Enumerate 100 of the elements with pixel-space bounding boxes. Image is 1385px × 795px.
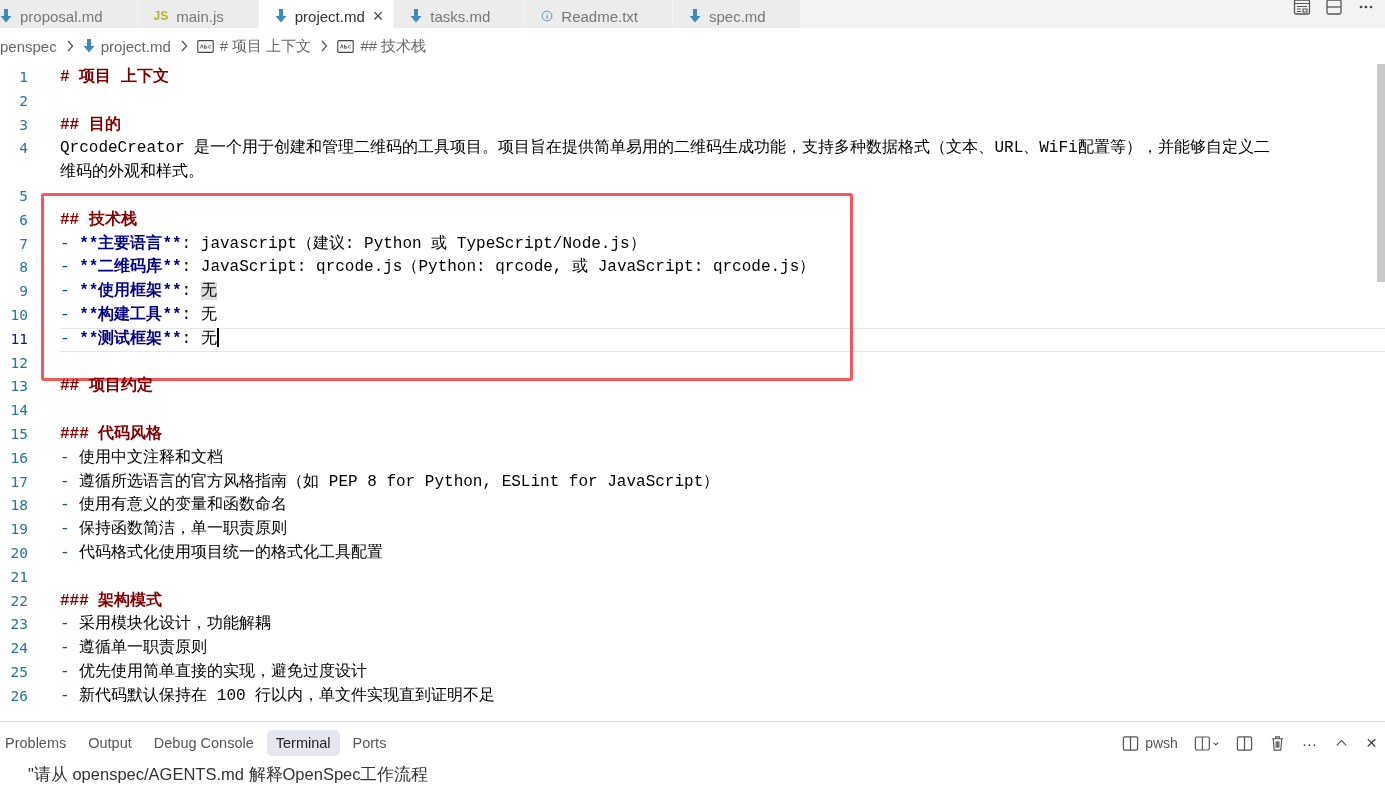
chevron-icon bbox=[320, 40, 329, 52]
list-dash: - bbox=[60, 305, 71, 324]
close-panel-button[interactable]: × bbox=[1365, 732, 1377, 754]
editor-tab[interactable]: tasks.md bbox=[394, 0, 526, 28]
list-dash: - bbox=[60, 543, 71, 562]
line-number: 25 bbox=[9, 662, 28, 682]
line-number: 12 bbox=[9, 353, 28, 373]
new-terminal-dropdown-icon[interactable] bbox=[1193, 734, 1220, 752]
breadcrumb-item[interactable]: penspec bbox=[0, 37, 57, 55]
line-number: 19 bbox=[9, 520, 28, 540]
line-number: 2 bbox=[18, 91, 28, 111]
list-dash: - bbox=[60, 234, 71, 253]
terminal-name[interactable]: pwsh bbox=[1145, 735, 1178, 751]
list-dash: - bbox=[60, 329, 71, 348]
down-arrow-icon bbox=[0, 9, 12, 23]
line-number: 24 bbox=[9, 639, 28, 659]
code-text: 采用模块化设计，功能解耦 bbox=[79, 615, 272, 634]
code-text: : 无 bbox=[181, 329, 217, 348]
list-dash: - bbox=[60, 496, 71, 515]
line-number: 15 bbox=[9, 424, 28, 444]
line-number: 17 bbox=[9, 472, 28, 492]
line-number: 16 bbox=[9, 448, 28, 468]
list-dash: - bbox=[60, 472, 71, 491]
code-text: : javascript（建议: Python 或 TypeScript/Node.js） bbox=[181, 234, 646, 253]
list-dash: - bbox=[60, 686, 71, 705]
line-number: 1 bbox=[18, 68, 28, 87]
info-icon bbox=[541, 9, 554, 23]
line-number: 6 bbox=[18, 210, 28, 230]
editor-tab[interactable]: JS main.js bbox=[137, 0, 259, 28]
code-text: 遵循所选语言的官方风格指南（如 PEP 8 for Python, ESLint for JavaScript） bbox=[79, 472, 720, 491]
code-text: : JavaScript: qrcode.js（Python: qrcode, 或 JavaScript: qrcode.js） bbox=[181, 258, 816, 277]
down-arrow-icon bbox=[82, 39, 95, 53]
line-number: 14 bbox=[9, 401, 28, 421]
list-dash: - bbox=[60, 639, 71, 658]
symbol-icon bbox=[196, 39, 214, 53]
markdown-heading: ## 目的 bbox=[60, 115, 121, 134]
markdown-heading: ## 项目约定 bbox=[60, 377, 153, 396]
chevron-icon bbox=[65, 40, 74, 52]
terminal-text: "请从 openspec/AGENTS.md 解释OpenSpec工作流程 bbox=[27, 764, 430, 785]
breadcrumb-item[interactable]: ## 技术栈 bbox=[360, 36, 427, 56]
line-number: 7 bbox=[18, 234, 28, 254]
split-icon[interactable] bbox=[1235, 734, 1253, 752]
down-arrow-icon bbox=[410, 9, 423, 23]
line-number: 21 bbox=[9, 567, 28, 587]
code-text: 新代码默认保持在 100 行以内，单文件实现直到证明不足 bbox=[79, 686, 496, 705]
list-dash: - bbox=[60, 615, 71, 634]
code-text: 使用有意义的变量和函数命名 bbox=[79, 496, 288, 515]
panel-tab[interactable]: Problems bbox=[0, 730, 76, 756]
bold-text: **二维码库** bbox=[79, 258, 182, 277]
down-arrow-icon bbox=[274, 9, 287, 23]
code-text: 保持函数简洁，单一职责原则 bbox=[79, 520, 288, 539]
line-number: 22 bbox=[9, 591, 28, 611]
bold-text: **构建工具** bbox=[79, 305, 182, 324]
line-number: 20 bbox=[9, 543, 28, 563]
line-number: 8 bbox=[18, 258, 28, 278]
close-tab-button[interactable]: × bbox=[372, 5, 384, 27]
code-text: 使用中文注释和文档 bbox=[79, 448, 224, 467]
list-dash: - bbox=[60, 282, 71, 301]
panel-tab[interactable]: Output bbox=[79, 730, 141, 756]
panel-tab[interactable]: Terminal bbox=[266, 730, 340, 756]
more-button[interactable]: ··· bbox=[1301, 734, 1317, 752]
panel-tab[interactable]: Debug Console bbox=[144, 730, 263, 756]
bold-text: **测试框架** bbox=[79, 329, 182, 348]
editor-tab[interactable]: Readme.txt bbox=[525, 0, 673, 28]
breadcrumb-item[interactable]: # 项目 上下文 bbox=[219, 36, 312, 56]
bold-text: **主要语言** bbox=[79, 234, 182, 253]
line-number: 4 bbox=[18, 139, 28, 159]
code-text: 代码格式化使用项目统一的格式化工具配置 bbox=[79, 543, 384, 562]
code-text: 遵循单一职责原则 bbox=[79, 639, 208, 658]
markdown-heading: # 项目 上下文 bbox=[60, 68, 169, 86]
editor-tab[interactable]: project.md × bbox=[258, 0, 395, 28]
code-text: QrcodeCreator 是一个用于创建和管理二维码的工具项目。项目旨在提供简单易用的二维码生成功能，支持多种数据格式（文本、URL、WiFi配置等），并能够自定义二维码的外观和样式。 bbox=[60, 139, 1270, 182]
line-number: 10 bbox=[9, 305, 28, 325]
bold-text: **使用框架** bbox=[79, 282, 182, 301]
code-text: : 无 bbox=[181, 305, 217, 324]
list-dash: - bbox=[60, 258, 71, 277]
line-number: 23 bbox=[9, 615, 28, 635]
line-number: 26 bbox=[9, 686, 28, 706]
preview-icon[interactable] bbox=[1293, 0, 1311, 16]
line-number: 5 bbox=[18, 187, 28, 206]
split-editor-icon[interactable] bbox=[1325, 0, 1343, 16]
breadcrumb-item[interactable]: project.md bbox=[100, 37, 171, 55]
text-cursor bbox=[216, 327, 219, 347]
markdown-heading: ## 技术栈 bbox=[60, 210, 137, 229]
list-dash: - bbox=[60, 520, 71, 539]
code-text: : bbox=[181, 282, 193, 301]
symbol-icon bbox=[337, 39, 355, 53]
markdown-heading: ### 代码风格 bbox=[60, 424, 163, 443]
chevron-icon bbox=[179, 40, 188, 52]
editor-tab[interactable]: spec.md bbox=[673, 0, 801, 28]
panel-tab[interactable]: Ports bbox=[343, 730, 396, 756]
scrollbar-thumb[interactable] bbox=[1377, 64, 1385, 282]
editor-tab[interactable]: proposal.md bbox=[0, 0, 138, 28]
line-number: 3 bbox=[18, 115, 28, 135]
line-number: 9 bbox=[18, 282, 28, 302]
list-dash: - bbox=[60, 448, 71, 467]
down-arrow-icon bbox=[689, 9, 701, 23]
line-number: 13 bbox=[9, 377, 28, 397]
line-number: 11 bbox=[9, 329, 28, 349]
split-terminal-icon[interactable] bbox=[1122, 734, 1140, 752]
